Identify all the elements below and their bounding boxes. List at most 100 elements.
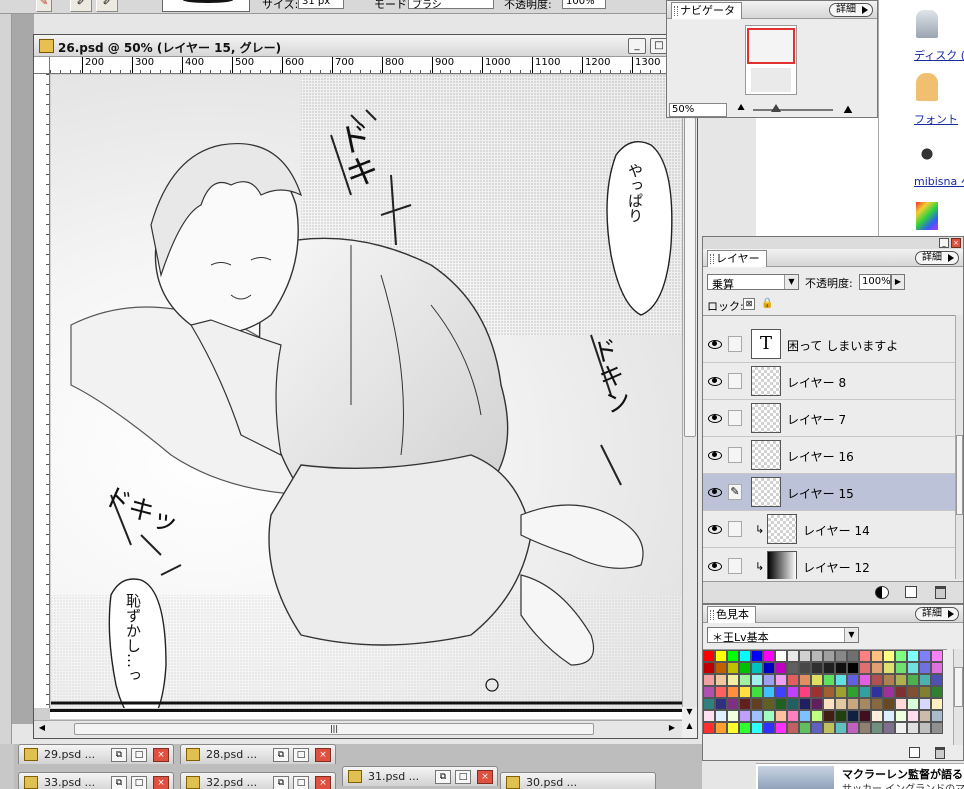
scroll-left-button[interactable]: ◀ [36,723,48,735]
hscroll-up[interactable]: ▲ [682,721,697,738]
color-swatch[interactable] [847,710,859,722]
color-swatch[interactable] [775,710,787,722]
new-set-icon[interactable] [905,586,917,598]
color-swatch[interactable] [823,662,835,674]
minimized-doc-33[interactable]: 33.psd ... ⧉ □ × [18,772,174,789]
zoom-in-icon[interactable]: ⛰ [839,103,857,116]
color-swatch[interactable] [931,662,943,674]
swatches-tab[interactable]: 色見本 [707,606,756,623]
eye-icon[interactable] [708,524,722,534]
color-swatch[interactable] [715,686,727,698]
color-swatch[interactable] [787,674,799,686]
minimize-button[interactable]: _ [628,38,646,54]
color-swatch[interactable] [931,710,943,722]
close-button[interactable]: × [477,770,493,784]
color-swatch[interactable] [919,650,931,662]
navigator-zoom-input[interactable]: 50% [669,103,727,117]
color-swatch[interactable] [859,662,871,674]
color-swatch[interactable] [859,698,871,710]
color-swatch[interactable] [919,698,931,710]
color-swatch[interactable] [751,686,763,698]
color-swatch[interactable] [895,662,907,674]
color-swatch[interactable] [727,662,739,674]
color-swatch[interactable] [871,674,883,686]
lock-icon[interactable]: 🔒 [761,298,773,310]
color-swatch[interactable] [751,674,763,686]
delete-swatch-icon[interactable] [935,747,945,759]
color-swatch[interactable] [871,722,883,734]
color-swatch[interactable] [715,650,727,662]
color-swatch[interactable] [715,674,727,686]
layer-row-12[interactable]: ↳ レイヤー 12 [703,548,955,579]
layer-row-15-selected[interactable]: ✎ レイヤー 15 [703,474,955,511]
color-swatch[interactable] [883,686,895,698]
font-folder-icon[interactable] [916,73,938,101]
color-swatch[interactable] [775,674,787,686]
color-swatch[interactable] [835,662,847,674]
link-box[interactable] [728,558,742,574]
color-swatch[interactable] [823,722,835,734]
color-swatch[interactable] [763,662,775,674]
color-swatch[interactable] [811,710,823,722]
color-swatch[interactable] [859,650,871,662]
eye-icon[interactable] [708,561,722,571]
swatches-detail-button[interactable]: 詳細 [915,607,959,621]
color-swatch[interactable] [847,686,859,698]
color-swatch[interactable] [811,722,823,734]
disk-drive-label[interactable]: ディスク (D) [914,47,964,63]
layer-row-16[interactable]: レイヤー 16 [703,437,955,474]
color-swatch[interactable] [931,686,943,698]
link-box[interactable] [728,373,742,389]
color-swatch[interactable] [763,674,775,686]
color-swatch[interactable] [871,662,883,674]
minimized-doc-29[interactable]: 29.psd ... ⧉ □ × [18,744,174,764]
color-swatch[interactable] [751,662,763,674]
color-swatch[interactable] [895,698,907,710]
color-swatch[interactable] [763,698,775,710]
color-swatch[interactable] [811,662,823,674]
airbrush-icon[interactable]: ✐ [96,0,118,12]
color-swatch[interactable] [919,674,931,686]
minimized-doc-31[interactable]: 31.psd ... ⧉ □ × [342,766,498,786]
navigator-detail-button[interactable]: 詳細 [829,3,873,17]
close-button[interactable]: × [315,776,331,789]
maximize-button[interactable]: □ [131,748,147,762]
eye-icon[interactable] [708,487,722,497]
canvas[interactable]: やっぱり 恥ずかし…っ ドキ ドキン ドキッ [51,75,682,708]
restore-button[interactable]: ⧉ [435,770,451,784]
color-swatch[interactable] [787,650,799,662]
color-swatch[interactable] [883,722,895,734]
restore-button[interactable]: ⧉ [111,748,127,762]
color-swatch[interactable] [727,698,739,710]
shortcut-label[interactable]: mibisna へのショートカット [914,173,964,189]
color-swatch[interactable] [703,686,715,698]
layer-opacity-input[interactable]: 100% [859,274,891,290]
color-swatch[interactable] [907,698,919,710]
color-swatch[interactable] [739,710,751,722]
close-button[interactable]: × [315,748,331,762]
adjustment-layer-icon[interactable] [875,586,889,599]
eye-icon[interactable] [708,450,722,460]
new-swatch-icon[interactable] [909,747,920,758]
brush-preset-icon[interactable]: ✐ [70,0,92,12]
swatch-scroll-thumb[interactable] [954,667,963,707]
minimized-doc-30[interactable]: 30.psd ... [500,772,656,789]
color-swatch[interactable] [727,686,739,698]
eye-icon[interactable] [708,413,722,423]
color-swatch[interactable] [907,662,919,674]
layers-tab[interactable]: レイヤー [707,250,767,267]
swatch-scrollbar[interactable] [953,649,963,745]
close-button[interactable]: × [153,748,169,762]
color-swatch[interactable] [823,686,835,698]
color-swatch[interactable] [799,686,811,698]
navigator-titlebar[interactable]: ナビゲータ 詳細 [667,1,877,19]
color-swatch[interactable] [895,650,907,662]
color-swatch[interactable] [871,698,883,710]
color-swatch[interactable] [931,674,943,686]
color-swatch[interactable] [703,698,715,710]
color-swatch[interactable] [931,650,943,662]
zoom-slider[interactable] [753,104,833,112]
color-swatch[interactable] [763,650,775,662]
color-swatch[interactable] [787,662,799,674]
color-swatch[interactable] [835,698,847,710]
